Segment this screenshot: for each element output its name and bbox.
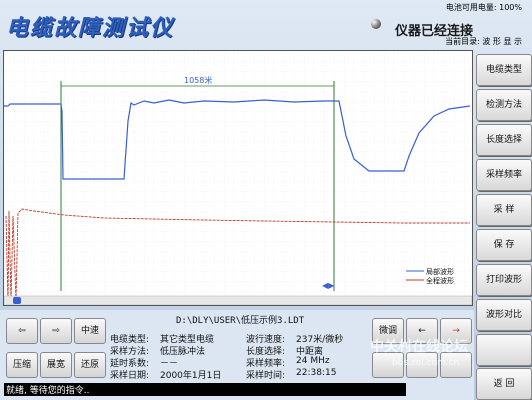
title-bar: 电缆故障测试仪 仪器已经连接 电池可用电量: 100% 当前目录: 波 形 显 … xyxy=(0,0,532,50)
time-value: 22:38:15 xyxy=(296,368,337,378)
plot-scrollbar[interactable] xyxy=(4,295,472,305)
time-label: 采样时间: xyxy=(246,371,286,381)
distance-label: 1058米 xyxy=(184,75,212,85)
menu-length-select-button[interactable]: 长度选择 xyxy=(476,124,532,156)
restore-button[interactable]: 还原 xyxy=(74,352,106,378)
menu-cable-type-button[interactable]: 电缆类型 xyxy=(476,54,532,86)
left-arrow-button[interactable]: ⇦ xyxy=(6,318,38,344)
date-label: 采样日期: xyxy=(110,371,150,381)
watermark-url: bbs.zol.com.cn xyxy=(392,358,460,368)
file-path: D:\DLY\USER\低压示例3.LDT xyxy=(176,316,305,326)
current-directory: 当前目录: 波 形 显 示 xyxy=(445,37,522,46)
compress-button[interactable]: 压缩 xyxy=(6,352,38,378)
menu-print-button[interactable]: 打印波形 xyxy=(476,264,532,296)
menu-save-button[interactable]: 保 存 xyxy=(476,229,532,261)
waveform-plot[interactable]: 1058米 ◀▶ 局部波形 全程波形 xyxy=(3,50,473,306)
watermark-text: 中关村在线论坛 xyxy=(370,339,468,355)
cursor-marker[interactable]: ◀▶ xyxy=(322,281,335,290)
battery-indicator: 电池可用电量: 100% xyxy=(445,3,522,12)
menu-blank-button[interactable] xyxy=(476,334,532,366)
scrollbar-thumb[interactable] xyxy=(13,297,21,304)
mid-speed-button[interactable]: 中速 xyxy=(74,318,106,344)
legend-local-label: 局部波形 xyxy=(426,267,454,276)
app-title: 电缆故障测试仪 xyxy=(6,15,175,41)
menu-compare-button[interactable]: 波形对比 xyxy=(476,299,532,331)
freq-value: 24 MHz xyxy=(296,356,330,366)
menu-sample-freq-button[interactable]: 采样频率 xyxy=(476,159,532,191)
status-bar: 就绪, 等待您的指令.. xyxy=(4,383,406,396)
menu-sample-button[interactable]: 采 样 xyxy=(476,194,532,226)
plot-grid xyxy=(4,51,472,305)
menu-detect-method-button[interactable]: 检测方法 xyxy=(476,89,532,121)
right-arrow-button[interactable]: ⇨ xyxy=(40,318,72,344)
legend-full-label: 全程波形 xyxy=(426,276,454,285)
app-window: 电缆故障测试仪 仪器已经连接 电池可用电量: 100% 当前目录: 波 形 显 … xyxy=(0,0,532,400)
waveform-svg: 1058米 ◀▶ 局部波形 全程波形 xyxy=(4,51,472,305)
menu-return-button[interactable]: 返 回 xyxy=(476,368,532,400)
date-value: 2000年1月1日 xyxy=(160,371,222,381)
connection-icon xyxy=(371,19,381,29)
right-menu: 电缆类型 检测方法 长度选择 采样频率 采 样 保 存 打印波形 波形对比 返 … xyxy=(474,50,532,400)
expand-button[interactable]: 展宽 xyxy=(40,352,72,378)
